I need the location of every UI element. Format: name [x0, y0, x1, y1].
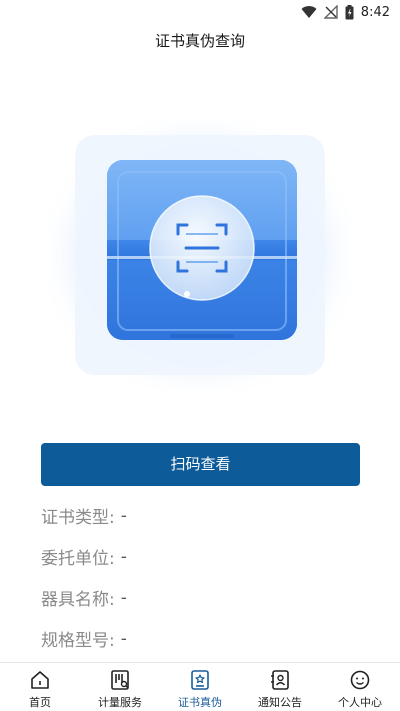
tab-measure-service[interactable]: 计量服务: [80, 663, 160, 711]
wifi-icon: [301, 6, 317, 19]
info-row-client-unit: 委托单位: -: [41, 536, 371, 577]
title-bar: 证书真伪查询: [0, 24, 400, 60]
tab-label: 首页: [29, 696, 51, 709]
tab-profile[interactable]: 个人中心: [320, 663, 400, 711]
measure-service-icon: [111, 670, 129, 690]
scan-button[interactable]: 扫码查看: [41, 443, 360, 486]
info-label: 委托单位:: [41, 549, 115, 569]
notice-icon: [271, 670, 289, 690]
status-icons: 8:42: [301, 3, 390, 21]
info-row-model-spec: 规格型号: -: [41, 618, 371, 659]
no-signal-icon: [323, 5, 338, 19]
battery-icon: [345, 4, 354, 19]
tab-label: 计量服务: [98, 696, 142, 709]
info-label: 规格型号:: [41, 631, 115, 651]
tab-label: 个人中心: [338, 696, 382, 709]
tab-label: 证书真伪: [178, 696, 222, 709]
tab-label: 通知公告: [258, 696, 302, 709]
info-value: -: [120, 628, 127, 649]
bottom-tab-bar: 首页 计量服务 证书真伪 通知公告 个人中心: [0, 662, 400, 711]
status-time: 8:42: [360, 4, 390, 20]
page-title: 证书真伪查询: [154, 32, 245, 50]
info-row-instrument-name: 器具名称: -: [41, 577, 371, 618]
tab-home[interactable]: 首页: [0, 663, 80, 711]
info-value: -: [120, 505, 127, 526]
status-bar: 8:42: [0, 0, 400, 24]
info-value: -: [120, 587, 127, 608]
info-label: 器具名称:: [41, 590, 115, 610]
home-icon: [31, 671, 49, 689]
scan-illustration: [30, 110, 370, 400]
info-label: 证书类型:: [41, 508, 115, 528]
certificate-info-list: 证书类型: - 委托单位: - 器具名称: - 规格型号: -: [41, 495, 371, 659]
info-value: -: [120, 546, 127, 567]
info-row-certificate-type: 证书类型: -: [41, 495, 371, 536]
tab-certificate[interactable]: 证书真伪: [160, 663, 240, 711]
certificate-icon: [191, 670, 209, 690]
scan-icon[interactable]: [30, 110, 370, 400]
profile-icon: [350, 670, 370, 690]
tab-notice[interactable]: 通知公告: [240, 663, 320, 711]
